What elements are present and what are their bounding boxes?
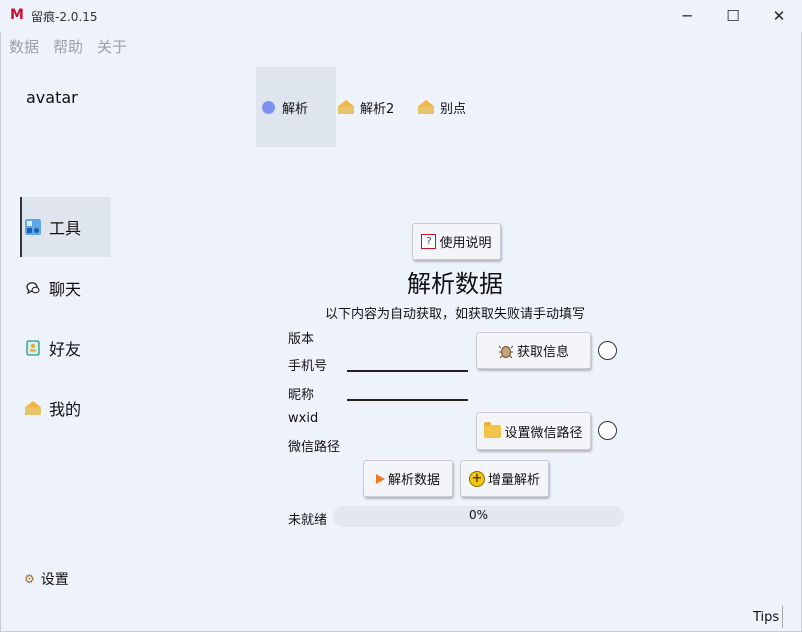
tab-parse[interactable]: 解析 — [256, 67, 336, 147]
app-logo-icon: M — [10, 7, 24, 23]
sidebar-item-tools[interactable]: 工具 — [20, 197, 111, 257]
tools-icon — [24, 218, 42, 236]
sidebar-item-label: 我的 — [49, 400, 82, 419]
tab-label: 解析 — [282, 101, 309, 117]
tips-link[interactable]: Tips — [753, 610, 779, 625]
wechat-path-label: 微信路径 — [288, 440, 341, 455]
window-title: 留痕-2.0.15 — [31, 10, 98, 24]
minimize-button[interactable]: ─ — [664, 0, 710, 32]
settings-label: 设置 — [40, 572, 69, 588]
progress-bar: 0% — [333, 506, 624, 527]
parse-data-button[interactable]: 解析数据 — [363, 460, 453, 497]
get-info-button[interactable]: 获取信息 — [476, 332, 591, 369]
help-button[interactable]: ? 使用说明 — [412, 223, 501, 260]
house-icon — [24, 399, 42, 417]
help-button-label: 使用说明 — [439, 236, 492, 251]
nickname-input[interactable] — [347, 381, 468, 401]
path-status-radio[interactable] — [598, 421, 617, 440]
tab-label: 解析2 — [360, 101, 395, 117]
sidebar-item-friends[interactable]: 好友 — [20, 318, 111, 378]
page-title: 解析数据 — [407, 270, 503, 298]
set-wechat-path-button[interactable]: 设置微信路径 — [476, 412, 591, 450]
settings-button[interactable]: ⚙ 设置 — [24, 569, 69, 589]
house-icon — [418, 99, 434, 115]
bug-icon — [498, 343, 514, 359]
wxid-label: wxid — [288, 411, 319, 426]
menu-data[interactable]: 数据 — [9, 34, 39, 58]
version-label: 版本 — [288, 332, 315, 347]
parse-data-label: 解析数据 — [387, 473, 440, 488]
status-divider — [782, 606, 783, 628]
tab-dont-click[interactable]: 别点 — [418, 67, 466, 147]
sidebar-item-label: 好友 — [49, 340, 82, 359]
incremental-parse-button[interactable]: + 增量解析 — [460, 460, 549, 497]
info-status-radio[interactable] — [598, 341, 617, 360]
tab-label: 别点 — [440, 101, 467, 117]
play-icon — [375, 473, 385, 484]
phone-label: 手机号 — [288, 359, 328, 374]
menu-about[interactable]: 关于 — [97, 34, 127, 58]
sidebar-item-label: 工具 — [49, 219, 82, 238]
contacts-icon — [24, 339, 42, 357]
progress-text: 0% — [468, 508, 489, 522]
plus-circle-icon: + — [468, 470, 485, 487]
page-subtitle: 以下内容为自动获取，如获取失败请手动填写 — [324, 307, 585, 322]
blue-circle-icon — [260, 99, 276, 115]
maximize-button[interactable]: ☐ — [710, 0, 756, 32]
folder-icon — [484, 421, 502, 438]
nickname-label: 昵称 — [288, 388, 315, 403]
get-info-label: 获取信息 — [516, 345, 569, 360]
title-bar: M 留痕-2.0.15 ─ ☐ ✕ — [0, 0, 802, 32]
set-path-label: 设置微信路径 — [504, 425, 583, 441]
phone-input[interactable] — [347, 352, 468, 372]
tab-parse2[interactable]: 解析2 — [338, 67, 394, 147]
menu-help[interactable]: 帮助 — [53, 34, 83, 58]
house-icon — [338, 99, 354, 115]
avatar[interactable]: avatar — [26, 88, 78, 107]
sidebar-item-mine[interactable]: 我的 — [20, 378, 111, 438]
close-button[interactable]: ✕ — [756, 0, 802, 32]
menu-bar: 数据 帮助 关于 — [0, 34, 132, 58]
gear-icon: ⚙ — [24, 572, 35, 586]
incremental-parse-label: 增量解析 — [487, 473, 540, 488]
question-icon: ? — [421, 234, 437, 249]
status-text: 未就绪 — [288, 513, 328, 528]
